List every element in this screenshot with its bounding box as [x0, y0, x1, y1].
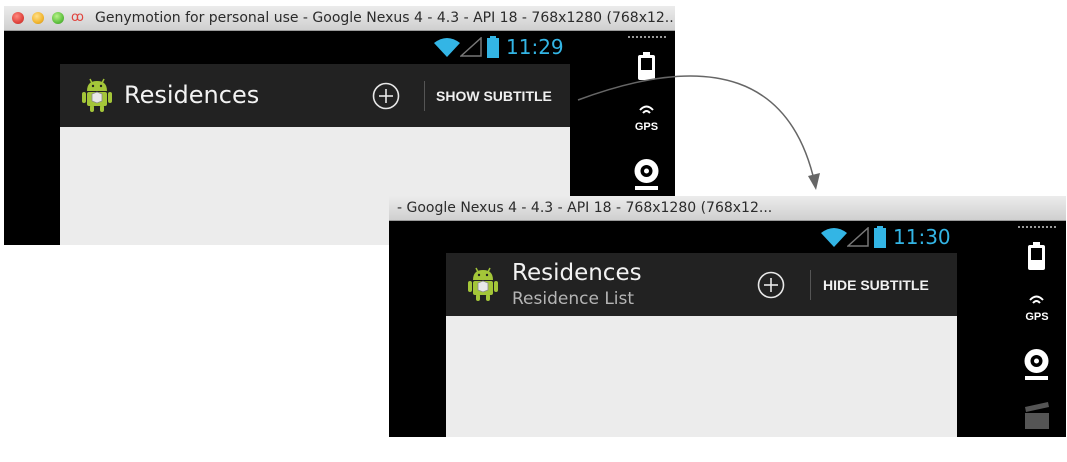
wifi-icon [434, 38, 460, 57]
sidebar-grip-icon [1018, 226, 1056, 232]
wifi-icon [821, 228, 847, 247]
status-bar: 11:29 [4, 31, 618, 63]
close-window-button[interactable] [12, 12, 24, 24]
minimize-window-button[interactable] [32, 12, 44, 24]
action-divider [810, 270, 811, 300]
genymotion-logo-icon: oo [71, 10, 84, 25]
window-title: Genymotion for personal use - Google Nex… [95, 10, 675, 26]
window-titlebar: oo Genymotion for personal use - Google … [4, 6, 675, 31]
battery-icon[interactable] [1008, 241, 1066, 271]
status-bar: 11:30 [389, 221, 1008, 253]
action-bar: Residences SHOW SUBTITLE [60, 64, 570, 127]
gps-label: GPS [634, 121, 659, 133]
battery-icon [487, 36, 499, 58]
gps-signal-icon [639, 105, 654, 114]
add-icon[interactable] [757, 271, 785, 299]
show-subtitle-button[interactable]: SHOW SUBTITLE [436, 88, 552, 104]
genymotion-sidebar: GPS [1008, 221, 1066, 437]
sidebar-grip-icon [628, 36, 666, 42]
window-title: - Google Nexus 4 - 4.3 - API 18 - 768x12… [397, 200, 773, 216]
status-clock: 11:30 [893, 225, 951, 249]
add-icon[interactable] [372, 82, 400, 110]
signal-icon [847, 227, 869, 247]
clapperboard-icon[interactable] [1008, 401, 1066, 431]
webcam-icon[interactable] [1008, 348, 1066, 382]
emulator-screen: 11:30 Residences Residence List HIDE SUB… [389, 221, 1008, 437]
zoom-window-button[interactable] [52, 12, 64, 24]
battery-icon [874, 226, 886, 248]
gps-label: GPS [1025, 311, 1049, 323]
battery-icon[interactable] [618, 51, 675, 81]
android-app-icon[interactable] [80, 77, 114, 113]
screenshot-after: - Google Nexus 4 - 4.3 - API 18 - 768x12… [389, 196, 1066, 437]
action-bar-title: Residences [512, 260, 642, 286]
window-titlebar: - Google Nexus 4 - 4.3 - API 18 - 768x12… [389, 196, 1066, 221]
action-bar-subtitle: Residence List [512, 289, 635, 309]
content-area [446, 316, 957, 437]
gps-icon[interactable]: GPS [1008, 293, 1066, 323]
action-bar-title: Residences [124, 81, 260, 109]
action-divider [424, 81, 425, 111]
action-bar: Residences Residence List HIDE SUBTITLE [446, 253, 957, 316]
status-clock: 11:29 [506, 35, 564, 59]
webcam-icon[interactable] [618, 158, 675, 192]
hide-subtitle-button[interactable]: HIDE SUBTITLE [823, 277, 929, 293]
gps-icon[interactable]: GPS [618, 103, 675, 133]
gps-signal-icon [1029, 295, 1044, 304]
android-app-icon[interactable] [466, 266, 500, 302]
signal-icon [460, 37, 482, 57]
